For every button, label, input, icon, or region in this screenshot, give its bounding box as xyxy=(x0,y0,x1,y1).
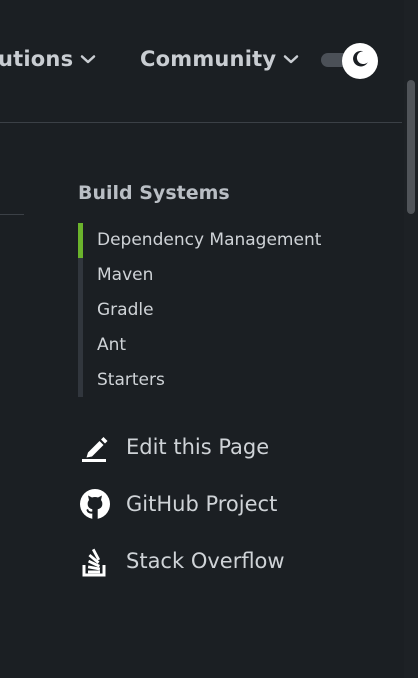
nav-item-label: Community xyxy=(140,47,277,71)
moon-icon xyxy=(349,48,371,74)
edit-page-link[interactable]: Edit this Page xyxy=(78,429,269,465)
nav-item-solutions[interactable]: utions xyxy=(0,44,97,74)
sidebar-item-label: Gradle xyxy=(97,300,154,320)
page-actions: Edit this Page GitHub Project Stack Over xyxy=(78,426,358,606)
top-navigation: utions Community xyxy=(0,0,418,122)
github-project-link[interactable]: GitHub Project xyxy=(78,486,277,522)
stack-overflow-link[interactable]: Stack Overflow xyxy=(78,543,285,579)
sidebar-item-maven[interactable]: Maven xyxy=(97,260,153,290)
sidebar-item-dependency-management[interactable]: Dependency Management xyxy=(97,225,321,255)
edit-icon xyxy=(78,430,112,464)
sidebar-list: Dependency Management Maven Gradle Ant S… xyxy=(78,223,383,397)
content-divider-stub xyxy=(0,214,24,215)
sidebar-item-label: Ant xyxy=(97,335,127,355)
vertical-scrollbar[interactable] xyxy=(404,0,418,678)
chevron-down-icon xyxy=(282,50,300,68)
sidebar-title: Build Systems xyxy=(78,182,230,204)
edit-page-label: Edit this Page xyxy=(126,435,270,459)
nav-item-label: utions xyxy=(0,47,74,71)
theme-toggle[interactable] xyxy=(321,43,379,79)
scrollbar-thumb[interactable] xyxy=(407,80,415,214)
chevron-down-icon xyxy=(79,50,97,68)
active-item-marker xyxy=(78,223,83,258)
sidebar-item-label: Starters xyxy=(97,370,165,390)
sidebar-item-ant[interactable]: Ant xyxy=(97,330,126,360)
github-icon xyxy=(78,487,112,521)
sidebar-item-label: Maven xyxy=(97,265,154,285)
github-project-label: GitHub Project xyxy=(126,492,278,516)
stack-overflow-label: Stack Overflow xyxy=(126,549,285,573)
nav-item-community[interactable]: Community xyxy=(140,44,300,74)
header-divider xyxy=(0,122,402,123)
sidebar-item-gradle[interactable]: Gradle xyxy=(97,295,154,325)
sidebar-item-label: Dependency Management xyxy=(97,230,322,250)
stack-overflow-icon xyxy=(78,544,112,578)
sidebar-item-starters[interactable]: Starters xyxy=(97,365,165,395)
toggle-knob xyxy=(342,43,378,79)
